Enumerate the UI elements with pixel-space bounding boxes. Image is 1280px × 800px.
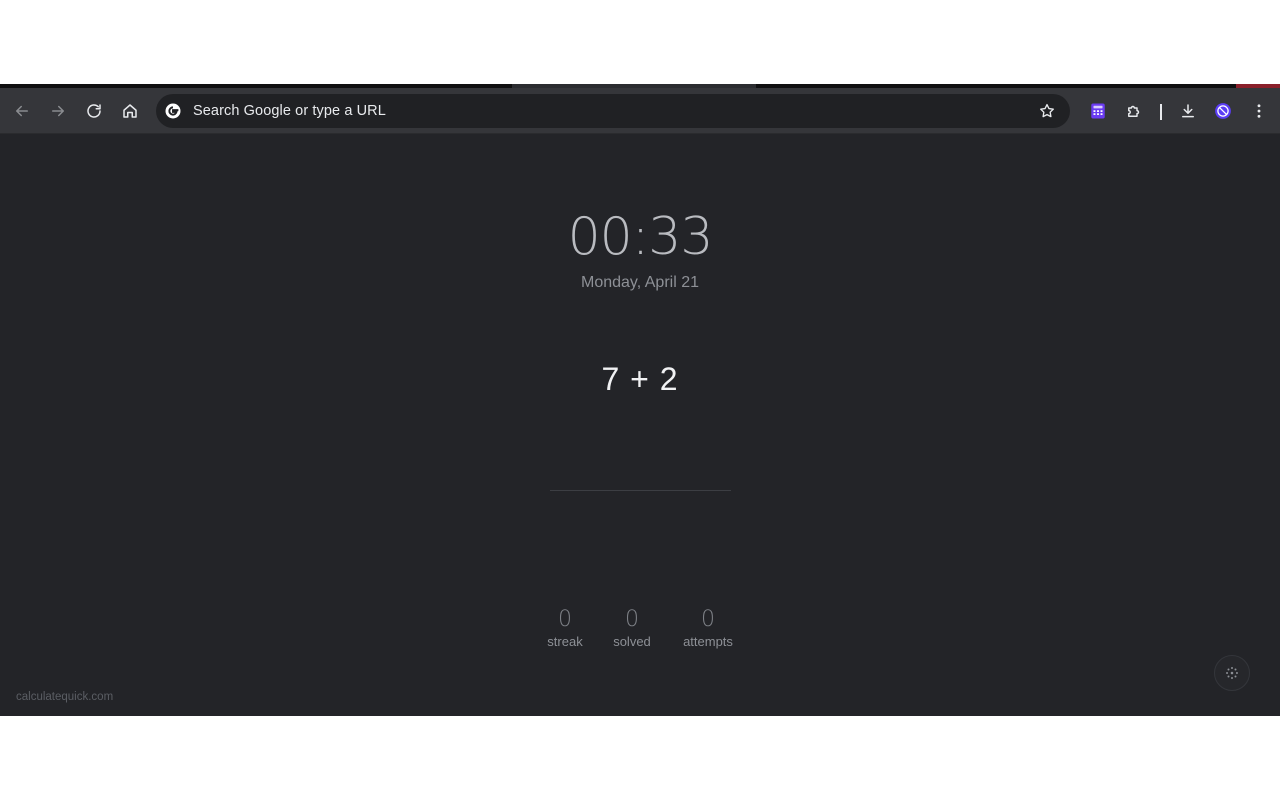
back-button[interactable]: [7, 96, 37, 126]
stat-value: 0: [625, 607, 639, 632]
kebab-menu-icon: [1257, 104, 1261, 118]
site-brand[interactable]: calculatequick.com: [16, 691, 113, 703]
settings-dots-icon: [1226, 667, 1238, 679]
stat-solved: 0 solved: [592, 607, 672, 649]
omnibox-placeholder[interactable]: Search Google or type a URL: [193, 94, 386, 128]
omnibox[interactable]: Search Google or type a URL: [156, 94, 1070, 128]
stat-label: attempts: [683, 634, 733, 649]
clock-time: 00:33: [567, 207, 714, 267]
clock-date: Monday, April 21: [581, 274, 699, 291]
stat-label: solved: [613, 634, 651, 649]
reload-icon: [87, 104, 101, 118]
profile-avatar-icon: [1215, 103, 1231, 119]
calculator-icon: [1091, 103, 1105, 119]
answer-input[interactable]: [550, 455, 731, 489]
star-icon[interactable]: [1038, 102, 1056, 120]
math-problem: 7 + 2: [601, 361, 679, 397]
stat-attempts: 0 attempts: [668, 607, 748, 649]
settings-button[interactable]: [1214, 655, 1250, 691]
menu-button[interactable]: [1244, 96, 1274, 126]
home-icon: [123, 104, 137, 118]
reload-button[interactable]: [79, 96, 109, 126]
extensions-button[interactable]: [1119, 96, 1149, 126]
browser-toolbar: Search Google or type a URL: [0, 88, 1280, 134]
calculator-extension-button[interactable]: [1083, 96, 1113, 126]
download-icon: [1182, 104, 1194, 118]
arrow-left-icon: [16, 105, 28, 117]
google-g-icon: [165, 103, 181, 119]
new-tab-content: 00:33 Monday, April 21 7 + 2 0 streak 0 …: [0, 135, 1280, 716]
forward-button[interactable]: [43, 96, 73, 126]
stats-row: 0 streak 0 solved 0 attempts: [0, 607, 1280, 657]
answer-underline: [550, 490, 731, 491]
browser-window: Search Google or type a URL 00:33 Monday…: [0, 84, 1280, 716]
arrow-right-icon: [52, 105, 64, 117]
stat-value: 0: [701, 607, 715, 632]
home-button[interactable]: [115, 96, 145, 126]
profile-button[interactable]: [1208, 96, 1238, 126]
downloads-button[interactable]: [1173, 96, 1203, 126]
puzzle-icon: [1128, 105, 1140, 117]
toolbar-divider: [1160, 104, 1162, 120]
